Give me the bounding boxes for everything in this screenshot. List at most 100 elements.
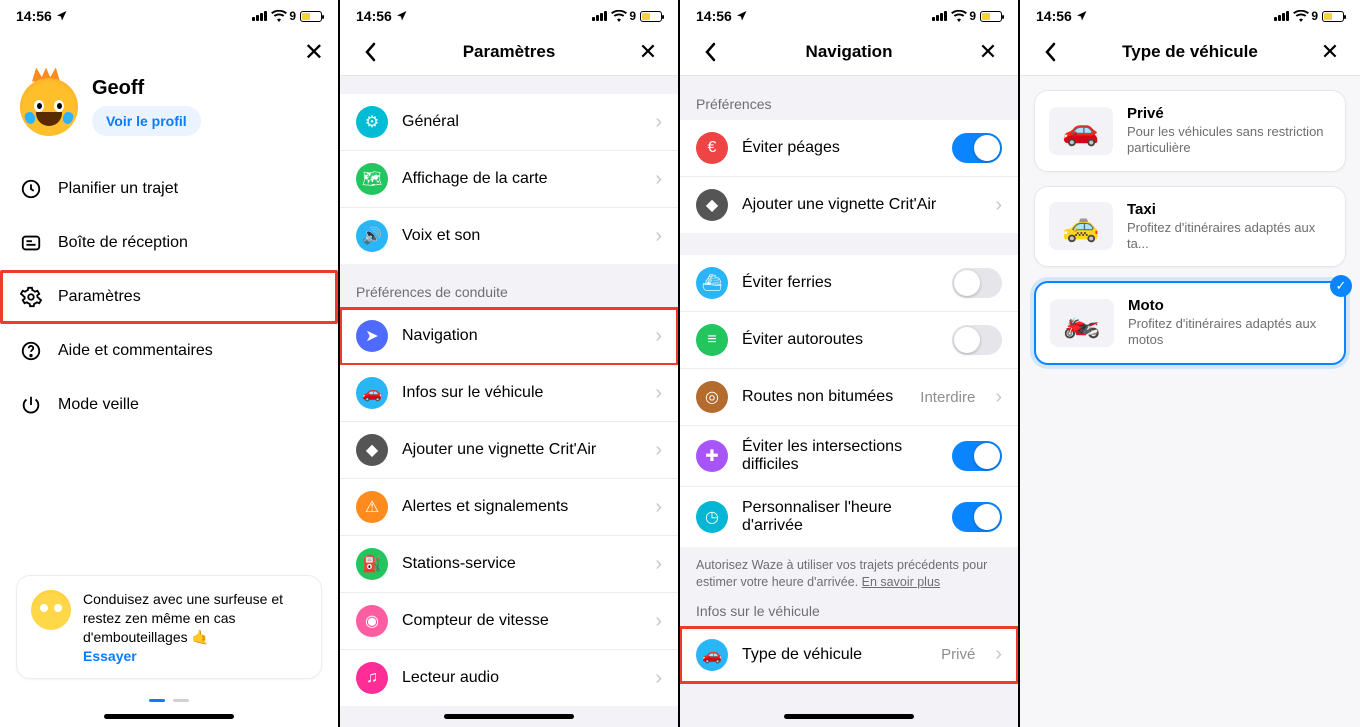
row-label: Stations-service (402, 555, 641, 573)
signal-icon (1274, 11, 1289, 21)
settings-row[interactable]: ⚠Alertes et signalements› (340, 479, 678, 536)
row-label: Lecteur audio (402, 669, 641, 687)
vehicle-card[interactable]: 🚗PrivéPour les véhicules sans restrictio… (1034, 90, 1346, 172)
page-title: Type de véhicule (1064, 42, 1316, 62)
settings-row[interactable]: 🔊Voix et son› (340, 208, 678, 264)
row-value: Privé (941, 646, 975, 663)
nav-row[interactable]: €Éviter péages (680, 120, 1018, 177)
row-icon: ◆ (356, 434, 388, 466)
vehicle-card[interactable]: 🚕TaxiProfitez d'itinéraires adaptés aux … (1034, 186, 1346, 268)
wifi-icon (1293, 10, 1309, 22)
chevron-right-icon: › (655, 325, 662, 348)
promo-card[interactable]: Conduisez avec une surfeuse et restez ze… (16, 575, 322, 679)
row-label: Infos sur le véhicule (402, 384, 641, 402)
close-button[interactable]: ✕ (1316, 39, 1344, 65)
chevron-right-icon: › (995, 194, 1002, 217)
footnote: Autorisez Waze à utiliser vos trajets pr… (680, 547, 1018, 597)
row-label: Ajouter une vignette Crit'Air (402, 441, 641, 459)
nav-row[interactable]: ✚Éviter les intersections difficiles (680, 426, 1018, 487)
row-icon: ♫ (356, 662, 388, 694)
row-icon: ◆ (696, 189, 728, 221)
profile-header[interactable]: Geoff Voir le profil (0, 67, 338, 162)
card-subtitle: Profitez d'itinéraires adaptés aux ta... (1127, 220, 1331, 253)
settings-row[interactable]: ⛽Stations-service› (340, 536, 678, 593)
battery-percent: 9 (629, 9, 636, 23)
vehicle-card[interactable]: 🏍️ Moto Profitez d'itinéraires adaptés aux… (1034, 281, 1346, 365)
status-bar: 14:56 9 (0, 0, 338, 28)
battery-icon (640, 11, 662, 22)
profile-name: Geoff (92, 77, 201, 100)
section-header: Préférences de conduite (340, 264, 678, 308)
toggle[interactable] (952, 441, 1002, 471)
wifi-icon (271, 10, 287, 22)
chevron-right-icon: › (655, 667, 662, 690)
nav-row[interactable]: ◷Personnaliser l'heure d'arrivée (680, 487, 1018, 547)
chevron-right-icon: › (655, 382, 662, 405)
row-icon: ✚ (696, 440, 728, 472)
toggle[interactable] (952, 325, 1002, 355)
row-icon: ◉ (356, 605, 388, 637)
help-icon (20, 340, 42, 362)
location-icon (736, 10, 748, 22)
menu-help[interactable]: Aide et commentaires (0, 324, 338, 378)
nav-row[interactable]: ◆Ajouter une vignette Crit'Air› (680, 177, 1018, 233)
settings-row[interactable]: ♫ Lecteur audio › (340, 650, 678, 706)
row-icon: ➤ (356, 320, 388, 352)
back-button[interactable] (356, 42, 384, 62)
chevron-right-icon: › (655, 111, 662, 134)
settings-row[interactable]: ◉Compteur de vitesse› (340, 593, 678, 650)
settings-row[interactable]: 🚗 Infos sur le véhicule › (340, 365, 678, 422)
status-time: 14:56 (356, 8, 392, 24)
nav-row[interactable]: ≡Éviter autoroutes (680, 312, 1018, 369)
screen-settings: 14:56 9 Paramètres ✕ ⚙Général›🗺Affichage… (340, 0, 680, 727)
signal-icon (932, 11, 947, 21)
power-icon (20, 394, 42, 416)
status-bar: 14:56 9 (1020, 0, 1360, 28)
row-label: Voix et son (402, 227, 641, 245)
battery-percent: 9 (969, 9, 976, 23)
nav-row[interactable]: ⛴Éviter ferries (680, 255, 1018, 312)
status-bar: 14:56 9 (340, 0, 678, 28)
view-profile-button[interactable]: Voir le profil (92, 106, 201, 136)
toggle[interactable] (952, 133, 1002, 163)
row-label: Éviter péages (742, 139, 938, 157)
card-title: Moto (1128, 297, 1330, 314)
battery-percent: 9 (1311, 9, 1318, 23)
page-title: Paramètres (384, 42, 634, 62)
battery-icon (1322, 11, 1344, 22)
nav-row[interactable]: ◎Routes non bituméesInterdire› (680, 369, 1018, 426)
menu-inbox[interactable]: Boîte de réception (0, 216, 338, 270)
signal-icon (592, 11, 607, 21)
nav-row[interactable]: 🚗Type de véhiculePrivé› (680, 627, 1018, 683)
row-icon: 🚗 (356, 377, 388, 409)
settings-row[interactable]: ➤Navigation› (340, 308, 678, 365)
close-button[interactable]: ✕ (974, 39, 1002, 65)
settings-row[interactable]: 🗺Affichage de la carte› (340, 151, 678, 208)
row-label: Éviter autoroutes (742, 331, 938, 349)
close-button[interactable]: ✕ (304, 38, 324, 67)
menu-plan-trip[interactable]: Planifier un trajet (0, 162, 338, 216)
back-button[interactable] (1036, 42, 1064, 62)
learn-more-link[interactable]: En savoir plus (862, 575, 941, 589)
menu-settings[interactable]: Paramètres (0, 270, 338, 324)
back-button[interactable] (696, 42, 724, 62)
menu-label: Aide et commentaires (58, 342, 213, 360)
row-label: Type de véhicule (742, 646, 927, 664)
settings-row[interactable]: ⚙Général› (340, 94, 678, 151)
location-icon (1076, 10, 1088, 22)
row-icon: ⚠ (356, 491, 388, 523)
promo-try-button[interactable]: Essayer (83, 648, 137, 664)
card-subtitle: Profitez d'itinéraires adaptés aux motos (1128, 316, 1330, 349)
menu-label: Mode veille (58, 396, 139, 414)
menu-standby[interactable]: Mode veille (0, 378, 338, 432)
card-subtitle: Pour les véhicules sans restriction part… (1127, 124, 1331, 157)
settings-row[interactable]: ◆Ajouter une vignette Crit'Air› (340, 422, 678, 479)
close-button[interactable]: ✕ (634, 39, 662, 65)
vehicle-icon: 🏍️ (1050, 299, 1114, 347)
toggle[interactable] (952, 502, 1002, 532)
page-title: Navigation (724, 42, 974, 62)
screen-navigation: 14:56 9 Navigation ✕ Préférences €Éviter… (680, 0, 1020, 727)
toggle[interactable] (952, 268, 1002, 298)
row-icon: 🚗 (696, 639, 728, 671)
page-dots (0, 699, 338, 708)
